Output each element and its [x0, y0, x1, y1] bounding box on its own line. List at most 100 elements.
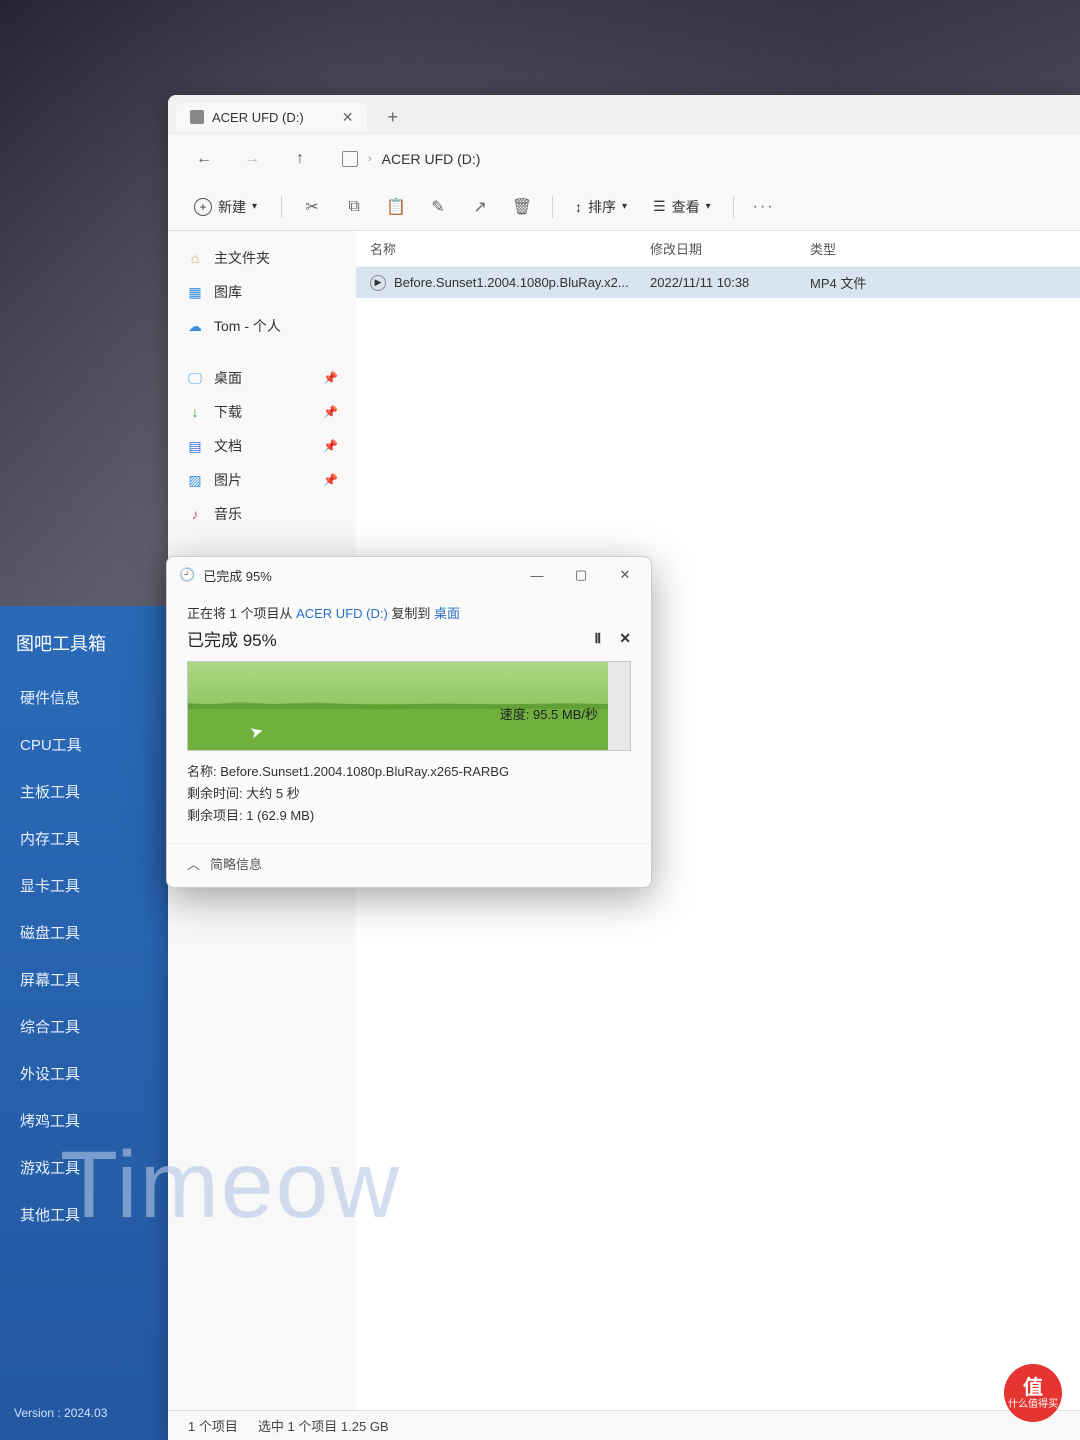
pin-icon: 📌	[323, 439, 338, 453]
music-icon: ♪	[186, 505, 204, 523]
transfer-speed-chart: 速度: 95.5 MB/秒 ➤	[187, 661, 631, 751]
toolbox-title: 图吧工具箱	[0, 620, 168, 674]
back-button[interactable]: ←	[188, 143, 220, 175]
rename-button[interactable]: ✎	[420, 189, 456, 225]
sidebar-item-documents[interactable]: ▤ 文档 📌	[176, 429, 348, 463]
toolbox-version: Version : 2024.03	[14, 1406, 107, 1420]
speed-label: 速度: 95.5 MB/秒	[500, 704, 598, 723]
watermark-text: Timeow	[60, 1131, 401, 1240]
toolbox-item-memory[interactable]: 内存工具	[0, 815, 168, 862]
video-file-icon: ▶	[370, 275, 386, 291]
tab-close-button[interactable]: ✕	[342, 109, 354, 126]
pause-button[interactable]: Ⅱ	[594, 630, 601, 647]
sidebar-item-desktop[interactable]: 🖵 桌面 📌	[176, 361, 348, 395]
sidebar-item-downloads[interactable]: ↓ 下载 📌	[176, 395, 348, 429]
toolbox-item-disk[interactable]: 磁盘工具	[0, 909, 168, 956]
badge-small: 什么值得买	[1008, 1399, 1058, 1410]
cancel-button[interactable]: ✕	[619, 630, 631, 647]
toolbar: + 新建 ▾ ✂ ⧉ 📋 ✎ ↗ 🗑 ↕ 排序 ▾ ☰ 查看 ▾ ···	[168, 183, 1080, 231]
dialog-title: 已完成 95%	[203, 566, 272, 585]
tab-bar: ACER UFD (D:) ✕ +	[168, 95, 1080, 135]
nav-bar: ← → ↑ › ACER UFD (D:)	[168, 135, 1080, 183]
sidebar-label: 桌面	[214, 368, 242, 388]
gallery-icon: ▦	[186, 283, 204, 301]
separator	[733, 196, 734, 218]
sidebar-item-onedrive[interactable]: ☁ Tom - 个人	[176, 309, 348, 343]
new-tab-button[interactable]: +	[379, 107, 406, 128]
column-type[interactable]: 类型	[810, 239, 1066, 258]
plus-icon: +	[194, 198, 212, 216]
delete-button[interactable]: 🗑	[504, 189, 540, 225]
file-row[interactable]: ▶ Before.Sunset1.2004.1080p.BluRay.x2...…	[356, 267, 1080, 298]
pin-icon: 📌	[323, 473, 338, 487]
status-selected: 选中 1 个项目 1.25 GB	[258, 1416, 389, 1435]
sort-button[interactable]: ↕ 排序 ▾	[565, 191, 637, 223]
column-name[interactable]: 名称	[370, 239, 650, 258]
copy-button[interactable]: ⧉	[336, 189, 372, 225]
breadcrumb-drive[interactable]: ACER UFD (D:)	[382, 151, 481, 167]
status-bar: 1 个项目 选中 1 个项目 1.25 GB	[168, 1410, 1080, 1440]
fewer-details-toggle[interactable]: ︿ 简略信息	[167, 843, 651, 887]
share-button[interactable]: ↗	[462, 189, 498, 225]
copy-dest-link[interactable]: 桌面	[434, 606, 460, 621]
chevron-down-icon: ▾	[706, 201, 711, 212]
sidebar-label: 文档	[214, 436, 242, 456]
sidebar-label: 图片	[214, 470, 242, 490]
breadcrumb[interactable]: › ACER UFD (D:)	[342, 151, 480, 167]
sidebar-label: 图库	[214, 282, 242, 302]
pin-icon: 📌	[323, 405, 338, 419]
cut-button[interactable]: ✂	[294, 189, 330, 225]
chevron-down-icon: ▾	[622, 201, 627, 212]
tab-active[interactable]: ACER UFD (D:) ✕	[176, 103, 367, 132]
toolbox-item-motherboard[interactable]: 主板工具	[0, 768, 168, 815]
detail-time-remaining: 大约 5 秒	[246, 786, 299, 801]
computer-icon	[342, 151, 358, 167]
cursor-icon: ➤	[248, 721, 266, 744]
paste-button[interactable]: 📋	[378, 189, 414, 225]
toolbox-panel: 图吧工具箱 硬件信息 CPU工具 主板工具 内存工具 显卡工具 磁盘工具 屏幕工…	[0, 606, 168, 1440]
chevron-up-icon: ︿	[187, 854, 200, 873]
copy-source-link[interactable]: ACER UFD (D:)	[296, 606, 388, 621]
maximize-button[interactable]: ▢	[559, 560, 603, 590]
sidebar-item-home[interactable]: ⌂ 主文件夹	[176, 241, 348, 275]
document-icon: ▤	[186, 437, 204, 455]
new-button[interactable]: + 新建 ▾	[182, 191, 269, 223]
more-button[interactable]: ···	[746, 189, 782, 225]
copy-description: 正在将 1 个项目从 ACER UFD (D:) 复制到 桌面	[187, 603, 631, 622]
minimize-button[interactable]: —	[515, 560, 559, 590]
copy-details: 名称: Before.Sunset1.2004.1080p.BluRay.x26…	[187, 761, 631, 827]
close-button[interactable]: ✕	[603, 560, 647, 590]
separator	[281, 196, 282, 218]
new-label: 新建	[218, 197, 246, 217]
toolbox-item-gpu[interactable]: 显卡工具	[0, 862, 168, 909]
cloud-icon: ☁	[186, 317, 204, 335]
detail-items-remaining: 1 (62.9 MB)	[246, 808, 314, 823]
view-label: 查看	[672, 197, 700, 217]
sidebar-item-music[interactable]: ♪ 音乐	[176, 497, 348, 531]
toolbox-item-combo[interactable]: 综合工具	[0, 1003, 168, 1050]
chevron-right-icon: ›	[368, 153, 372, 165]
copy-dialog: 🕘 已完成 95% — ▢ ✕ 正在将 1 个项目从 ACER UFD (D:)…	[166, 556, 652, 888]
watermark-badge: 值 什么值得买	[1004, 1364, 1062, 1422]
column-date[interactable]: 修改日期	[650, 239, 810, 258]
progress-label: 已完成 95%	[187, 626, 277, 651]
toolbox-item-cpu[interactable]: CPU工具	[0, 721, 168, 768]
tab-label: ACER UFD (D:)	[212, 110, 304, 125]
sidebar-label: Tom - 个人	[214, 316, 281, 336]
view-button[interactable]: ☰ 查看 ▾	[643, 191, 721, 223]
up-button[interactable]: ↑	[284, 143, 316, 175]
view-icon: ☰	[653, 198, 666, 215]
forward-button[interactable]: →	[236, 143, 268, 175]
sidebar-label: 音乐	[214, 504, 242, 524]
sort-label: 排序	[588, 197, 616, 217]
sidebar-item-gallery[interactable]: ▦ 图库	[176, 275, 348, 309]
toolbox-item-screen[interactable]: 屏幕工具	[0, 956, 168, 1003]
dialog-title-bar[interactable]: 🕘 已完成 95% — ▢ ✕	[167, 557, 651, 593]
pin-icon: 📌	[323, 371, 338, 385]
sidebar-label: 主文件夹	[214, 248, 270, 268]
toolbox-item-peripheral[interactable]: 外设工具	[0, 1050, 168, 1097]
sidebar-item-pictures[interactable]: ▨ 图片 📌	[176, 463, 348, 497]
sidebar-label: 下载	[214, 402, 242, 422]
toolbox-item-hardware[interactable]: 硬件信息	[0, 674, 168, 721]
drive-icon	[190, 110, 204, 124]
